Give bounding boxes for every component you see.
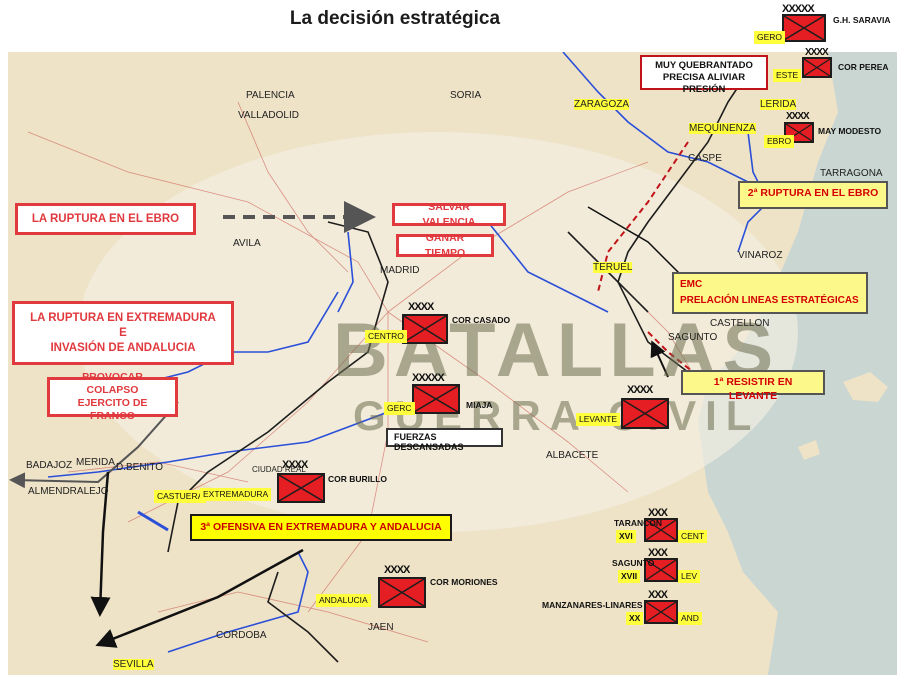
label-don-benito: D.BENITO [116, 462, 164, 473]
label-jaen: JAEN [368, 622, 394, 633]
unit-extremadura-cross-icon [279, 475, 323, 501]
unit-andalucia-commander: COR MORIONES [430, 577, 498, 587]
label-cordoba: CORDOBA [216, 630, 267, 641]
label-lerida: LERIDA [760, 99, 797, 110]
callout-provocar-colapso-line1: PROVOCAR COLAPSO [82, 371, 143, 396]
unit-gerc-echelon: XXXXX [412, 372, 445, 384]
unit-extremadura-echelon: XXXX [282, 459, 308, 471]
unit-este-cross-icon [804, 59, 830, 76]
label-teruel: TERUEL [593, 262, 633, 273]
unit-xvi-echelon: XXX [648, 507, 668, 519]
label-caspe: CASPE [688, 153, 722, 164]
unit-ebro-echelon: XXXX [786, 111, 810, 122]
unit-ebro-tag: EBRO [764, 135, 795, 148]
callout-ruptura-extremadura-line3: INVASIÓN DE ANDALUCIA [50, 341, 196, 354]
label-valladolid: VALLADOLID [238, 110, 299, 121]
unit-xvi-place: TARANCON [614, 518, 663, 528]
label-vinaroz: VINAROZ [738, 250, 783, 261]
unit-levante-tag: LEVANTE [576, 413, 621, 426]
label-castuera: CASTUERA [154, 490, 207, 503]
label-almendralejo: ALMENDRALEJO [28, 486, 109, 497]
unit-gerc-symbol [412, 384, 460, 414]
unit-gero-echelon: XXXXX [782, 3, 815, 15]
unit-centro-cross-icon [404, 316, 446, 342]
label-madrid: MADRID [380, 265, 420, 276]
label-badajoz: BADAJOZ [26, 460, 73, 471]
callout-provocar-colapso: PROVOCAR COLAPSO EJERCITO DE FRANCO [47, 371, 178, 422]
unit-este-tag: ESTE [773, 69, 802, 82]
unit-ebro-commander: MAY MODESTO [818, 126, 882, 136]
label-palencia: PALENCIA [246, 90, 295, 101]
callout-ganar-tiempo: GANAR TIEMPO [396, 232, 494, 259]
callout-fuerzas-descansadas: FUERZAS DESCANSADAS [386, 428, 503, 452]
unit-andalucia-cross-icon [380, 579, 424, 606]
unit-andalucia-symbol [378, 577, 426, 608]
unit-extremadura-symbol [277, 473, 325, 503]
unit-gerc-commander: MIAJA [466, 400, 493, 410]
unit-extremadura-tag: EXTREMADURA [200, 488, 272, 501]
callout-resistir-levante: 1ª RESISTIR EN LEVANTE [681, 370, 825, 402]
label-merida: MERIDA [76, 457, 115, 468]
unit-andalucia-tag: ANDALUCIA [316, 594, 371, 607]
unit-levante-echelon: XXXX [627, 384, 653, 396]
callout-ruptura-extremadura: LA RUPTURA EN EXTREMADURA E INVASIÓN DE … [12, 301, 234, 365]
castuera-marker [137, 510, 169, 532]
unit-xx-cross-icon [646, 602, 676, 622]
unit-xvi-army: CENT [678, 530, 708, 543]
callout-muy-quebrantado: MUY QUEBRANTADO PRECISA ALIVIAR PRESIÓN [640, 55, 768, 95]
unit-levante-cross-icon [623, 400, 667, 427]
unit-xx-place: MANZANARES-LINARES [542, 600, 643, 610]
callout-provocar-colapso-line2: EJERCITO DE FRANCO [77, 397, 148, 422]
unit-xx-echelon: XXX [648, 589, 668, 601]
unit-extremadura-commander: COR BURILLO [328, 474, 388, 484]
label-castellon: CASTELLON [710, 318, 770, 329]
callout-segunda-ruptura: 2ª RUPTURA EN EL EBRO [738, 181, 888, 209]
callout-ruptura-extremadura-line1: LA RUPTURA EN EXTREMADURA [30, 311, 216, 324]
label-zaragoza: ZARAGOZA [574, 99, 630, 110]
label-soria: SORIA [450, 90, 482, 101]
unit-xx-symbol [644, 600, 678, 624]
arrow-south-2 [95, 548, 304, 648]
unit-xvii-echelon: XXX [648, 547, 668, 559]
unit-este-symbol [802, 57, 832, 78]
callout-muy-quebrantado-line2: PRECISA ALIVIAR PRESIÓN [662, 72, 746, 95]
callout-emc-line2: PRELACIÓN LINEAS ESTRATÉGICAS [680, 295, 859, 306]
label-sevilla: SEVILLA [113, 659, 154, 670]
unit-gero-cross-icon [784, 16, 824, 40]
unit-xvi-corps: XVI [616, 530, 636, 543]
unit-centro-echelon: XXXX [408, 301, 434, 313]
callout-ruptura-ebro: LA RUPTURA EN EL EBRO [15, 203, 196, 235]
label-albacete: ALBACETE [546, 450, 599, 461]
callout-emc: EMC PRELACIÓN LINEAS ESTRATÉGICAS [672, 272, 868, 314]
unit-centro-tag: CENTRO [365, 330, 407, 343]
unit-xvii-army: LEV [678, 570, 701, 583]
callout-ruptura-extremadura-line2: E [119, 326, 127, 339]
unit-xvii-corps: XVII [618, 570, 641, 583]
callout-emc-line1: EMC [680, 279, 703, 290]
unit-este-commander: COR PEREA [838, 62, 889, 72]
unit-andalucia-echelon: XXXX [384, 564, 410, 576]
unit-xx-army: AND [678, 612, 702, 625]
label-tarragona: TARRAGONA [820, 168, 883, 179]
unit-xx-corps: XX [626, 612, 644, 625]
page-title: La decisión estratégica [289, 8, 501, 29]
unit-gero-commander: G.H. SARAVIA [833, 15, 891, 25]
unit-centro-symbol [402, 314, 448, 344]
callout-muy-quebrantado-line1: MUY QUEBRANTADO [655, 60, 753, 71]
unit-gero-symbol [782, 14, 826, 42]
unit-centro-commander: COR CASADO [452, 315, 511, 325]
unit-gero-tag: GERO [754, 31, 786, 44]
callout-salvar-valencia: SALVAR VALENCIA [392, 201, 506, 228]
label-mequinenza: MEQUINENZA [689, 123, 756, 134]
unit-gerc-cross-icon [414, 386, 458, 412]
unit-gerc-tag: GERC [384, 402, 415, 415]
unit-levante-symbol [621, 398, 669, 429]
callout-tercera-ofensiva: 3ª OFENSIVA EN EXTREMADURA Y ANDALUCIA [190, 514, 452, 541]
unit-xvii-place: SAGUNTO [612, 558, 655, 568]
label-avila: AVILA [233, 238, 261, 249]
label-sagunto-map: SAGUNTO [668, 332, 718, 343]
